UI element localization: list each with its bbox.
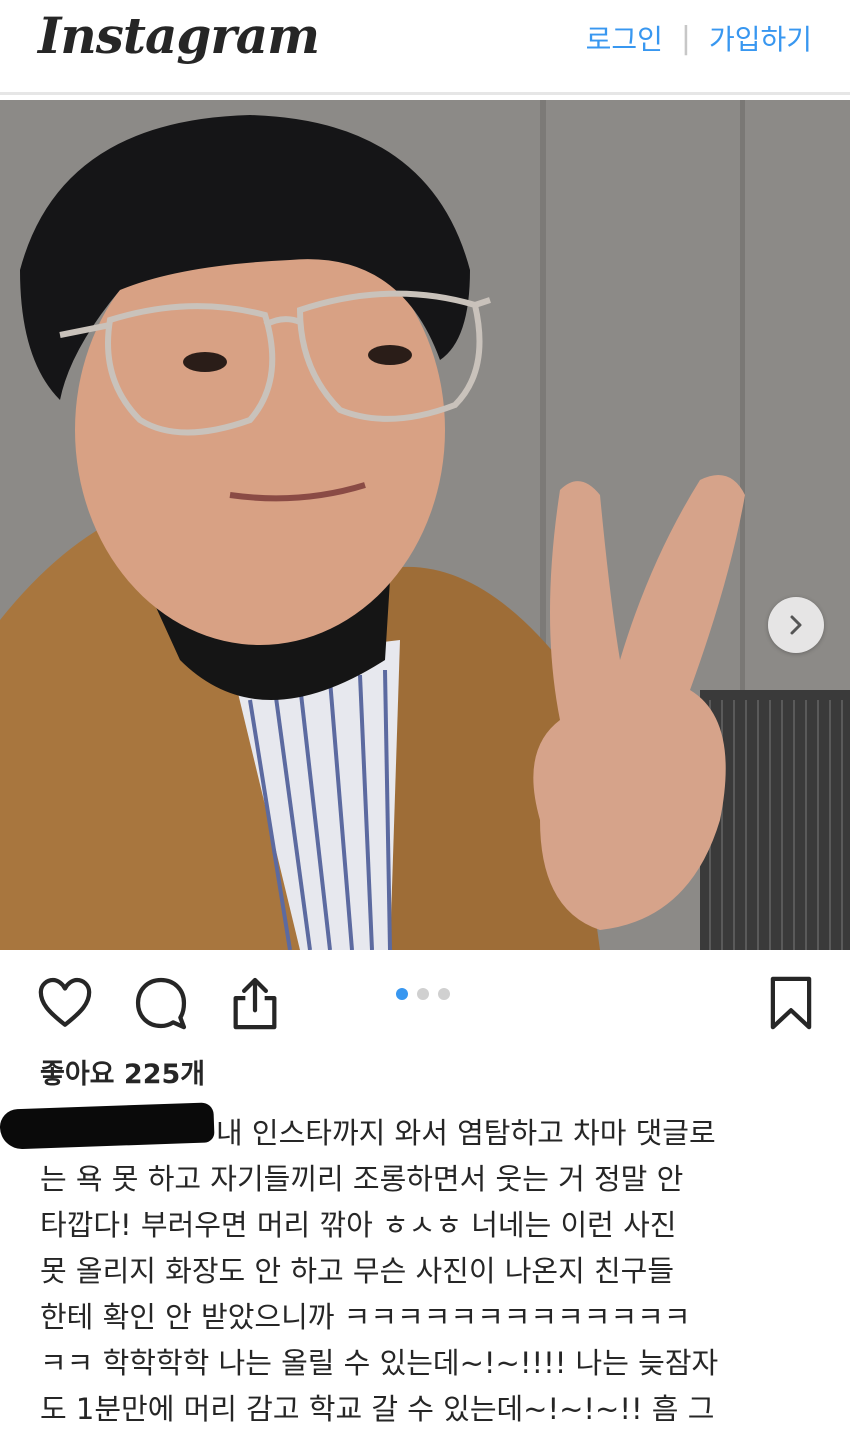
heart-icon[interactable] — [36, 974, 94, 1032]
post-image[interactable] — [0, 100, 850, 950]
selfie-illustration — [0, 100, 850, 950]
carousel-dot — [438, 988, 450, 1000]
top-bar: Instagram 로그인 | 가입하기 — [0, 0, 850, 95]
signup-link[interactable]: 가입하기 — [709, 18, 812, 58]
caption-line: 도 1분만에 머리 감고 학교 갈 수 있는데~!~!~!! 흠 그 — [40, 1392, 715, 1426]
caption-line: 한테 확인 안 받았으니까 ㅋㅋㅋㅋㅋㅋㅋㅋㅋㅋㅋㅋㅋ — [40, 1300, 691, 1334]
share-icon[interactable] — [226, 974, 284, 1032]
instagram-logo[interactable]: Instagram — [38, 6, 320, 65]
post-actions — [0, 950, 850, 1040]
caption-line: 는 욕 못 하고 자기들끼리 조롱하면서 웃는 거 정말 안 — [40, 1162, 684, 1196]
like-count[interactable]: 좋아요 225개 — [40, 1052, 205, 1091]
login-link[interactable]: 로그인 — [586, 18, 663, 58]
caption-line: ㅋㅋ 학학학학 나는 올릴 수 있는데~!~!!!! 나는 늦잠자 — [40, 1346, 719, 1380]
carousel-indicator — [396, 988, 450, 1000]
bookmark-icon[interactable] — [762, 974, 820, 1032]
link-separator: | — [680, 20, 691, 56]
chevron-right-icon — [790, 615, 802, 635]
post-caption: 내 인스타까지 와서 염탐하고 차마 댓글로 는 욕 못 하고 자기들끼리 조롱… — [40, 1110, 830, 1432]
caption-line: 내 인스타까지 와서 염탐하고 차마 댓글로 — [216, 1116, 716, 1150]
next-photo-button[interactable] — [768, 597, 824, 653]
auth-links: 로그인 | 가입하기 — [586, 18, 812, 58]
carousel-dot-active — [396, 988, 408, 1000]
comment-icon[interactable] — [132, 974, 190, 1032]
caption-line: 타깝다! 부러우면 머리 깎아 ㅎㅅㅎ 너네는 이런 사진 — [40, 1208, 677, 1242]
caption-line: 못 올리지 화장도 안 하고 무슨 사진이 나온지 친구들 — [40, 1254, 675, 1288]
carousel-dot — [417, 988, 429, 1000]
